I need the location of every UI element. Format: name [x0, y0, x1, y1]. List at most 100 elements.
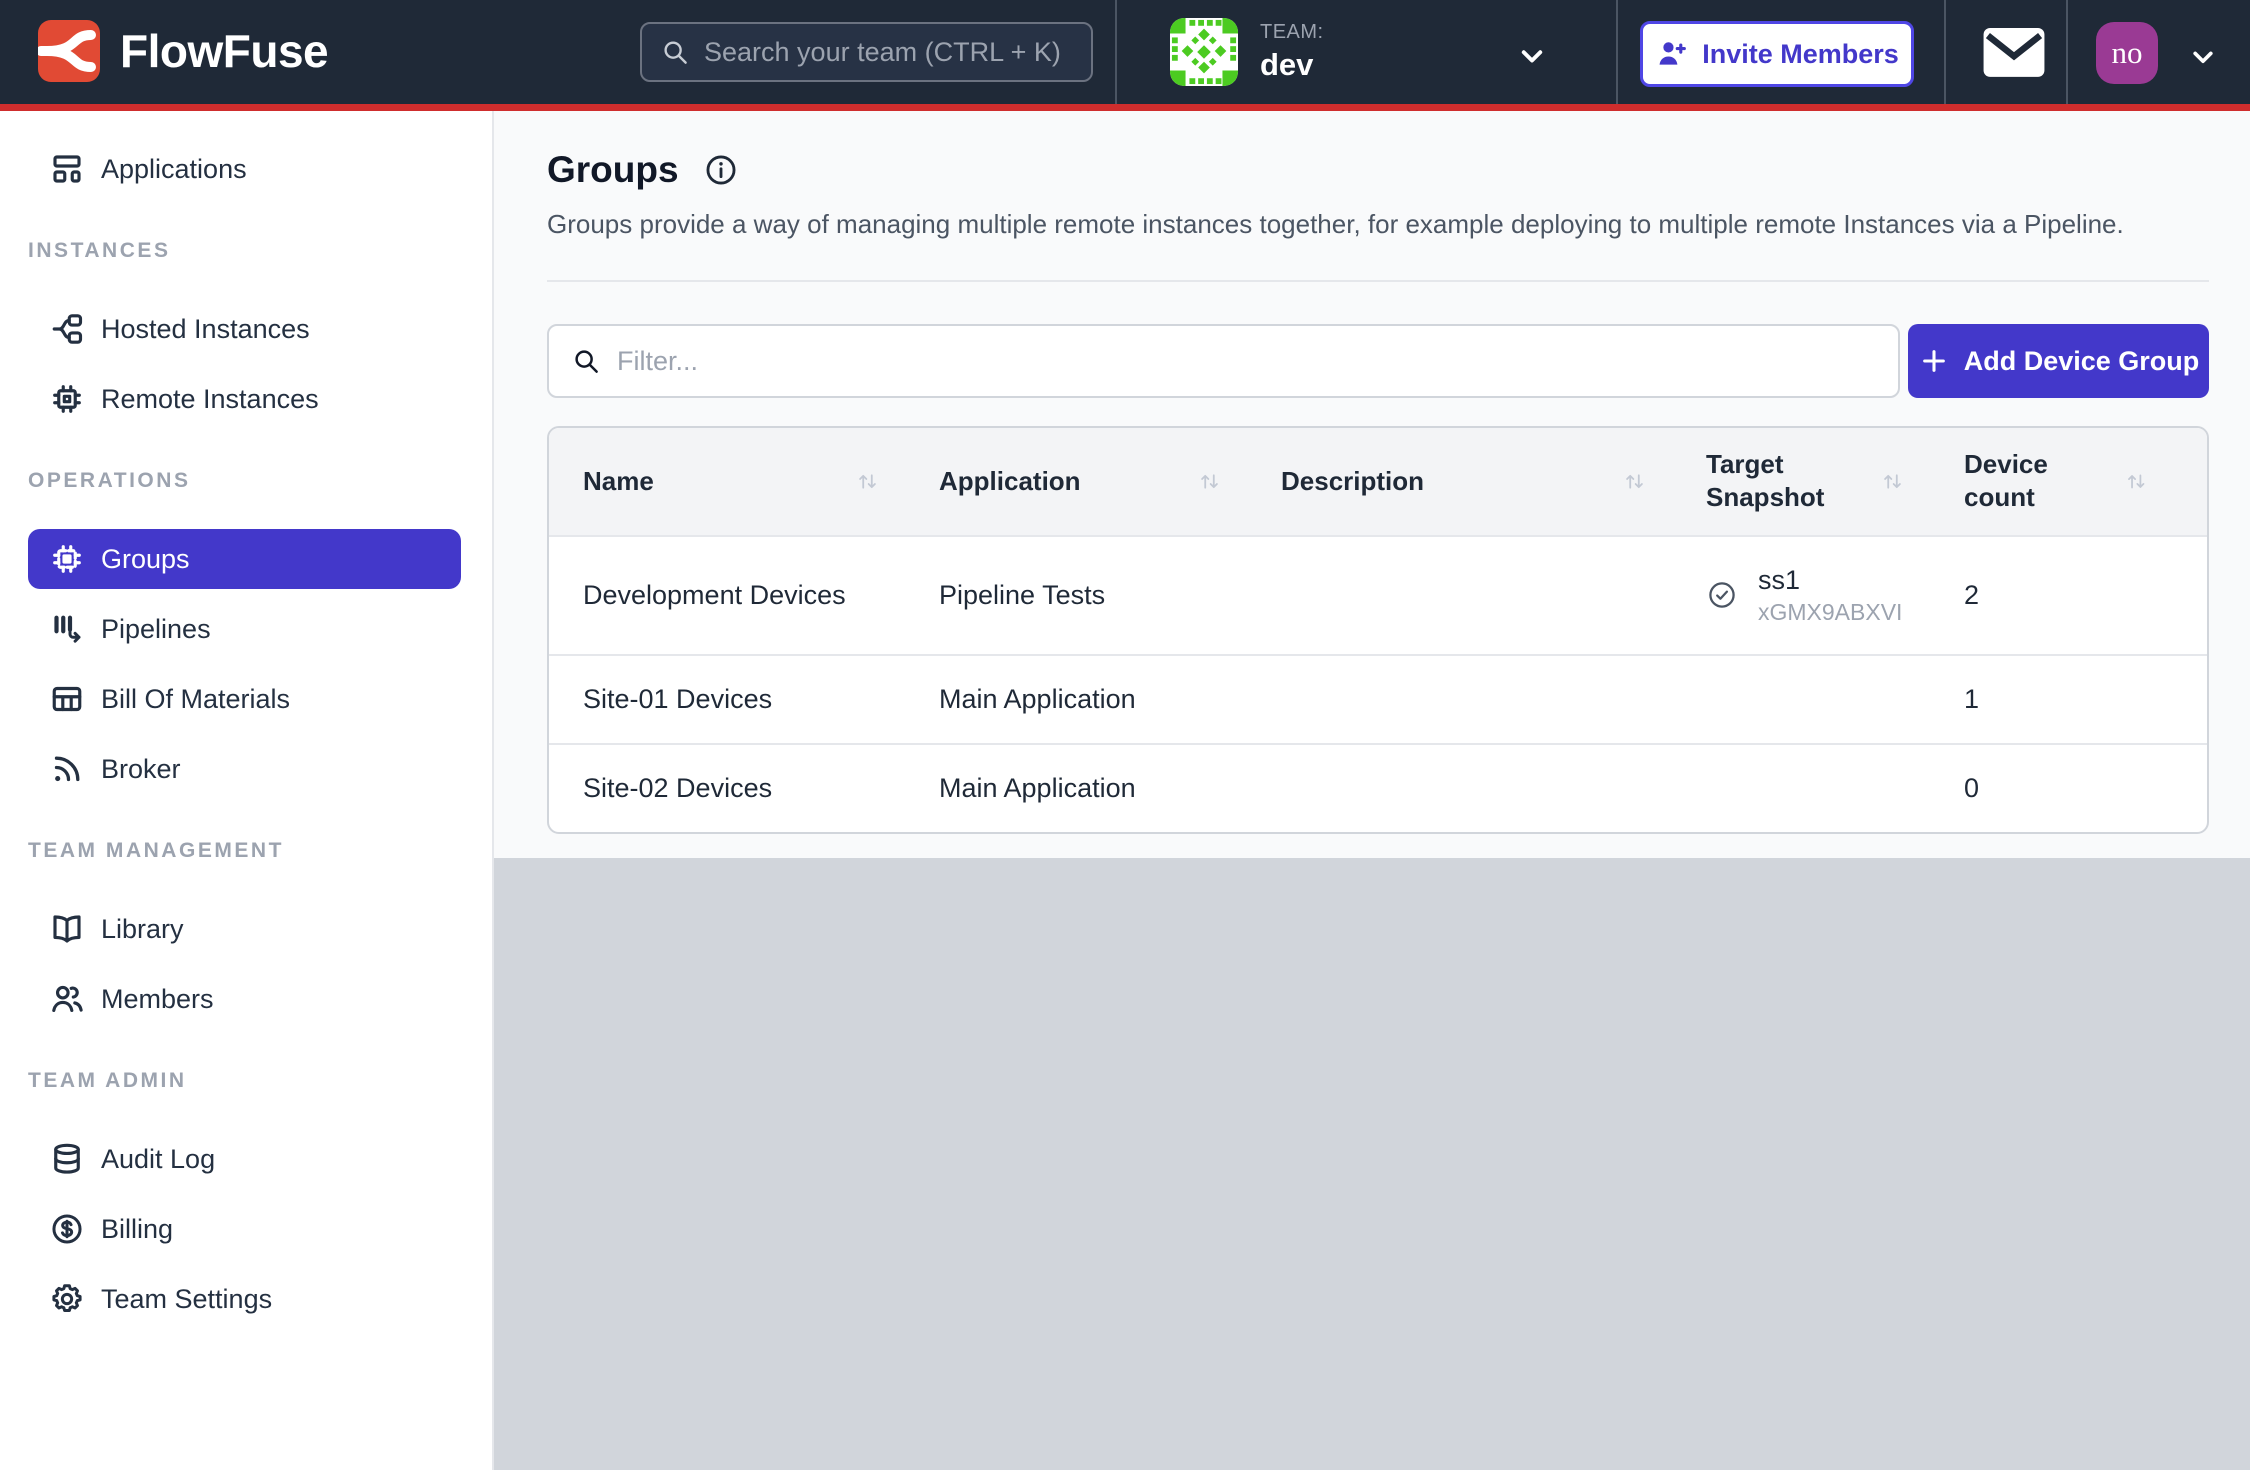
- search-input[interactable]: [704, 37, 1073, 68]
- sidebar-item-members[interactable]: Members: [28, 969, 461, 1029]
- sort-icon[interactable]: [1196, 468, 1223, 495]
- sort-icon[interactable]: [2123, 468, 2149, 495]
- device-count-cell: 0: [1964, 744, 2207, 832]
- library-book-icon: [49, 911, 85, 947]
- groups-table-card: Name Application Description: [547, 426, 2209, 834]
- hosted-instances-icon: [49, 311, 85, 347]
- applications-icon: [49, 151, 85, 187]
- sidebar: Applications INSTANCES Hosted Instances …: [0, 111, 494, 1470]
- groups-icon: [49, 541, 85, 577]
- avatar-initials: no: [2112, 35, 2143, 71]
- sidebar-label: Applications: [101, 154, 247, 185]
- sidebar-item-remote-instances[interactable]: Remote Instances: [28, 369, 461, 429]
- flowfuse-logo-icon: [38, 20, 100, 82]
- plus-icon: [1918, 345, 1950, 377]
- application-cell: Main Application: [939, 655, 1281, 744]
- remote-instances-chip-icon: [49, 381, 85, 417]
- billing-dollar-icon: [49, 1211, 85, 1247]
- sidebar-item-audit-log[interactable]: Audit Log: [28, 1129, 461, 1189]
- description-cell: [1281, 744, 1706, 832]
- info-icon[interactable]: [703, 152, 739, 188]
- application-cell: Main Application: [939, 744, 1281, 832]
- column-header-device-count[interactable]: Device count: [1964, 428, 2207, 536]
- navbar-divider: [1115, 0, 1117, 104]
- table-row[interactable]: Site-01 Devices Main Application 1: [549, 655, 2207, 744]
- check-circle-icon: [1706, 579, 1738, 611]
- group-name-cell: Site-02 Devices: [549, 744, 939, 832]
- invite-members-button[interactable]: Invite Members: [1640, 21, 1914, 87]
- team-search-box[interactable]: [640, 22, 1093, 82]
- invite-members-label: Invite Members: [1702, 39, 1899, 70]
- group-name-cell: Development Devices: [549, 536, 939, 655]
- sidebar-label: Groups: [101, 544, 190, 575]
- empty-background-area: [494, 858, 2250, 1470]
- description-cell: [1281, 655, 1706, 744]
- sidebar-item-pipelines[interactable]: Pipelines: [28, 599, 461, 659]
- team-avatar-identicon: [1170, 18, 1238, 86]
- sidebar-label: Hosted Instances: [101, 314, 310, 345]
- snapshot-id: xGMX9ABXVI: [1758, 599, 1902, 626]
- sidebar-item-broker[interactable]: Broker: [28, 739, 461, 799]
- sort-icon[interactable]: [1879, 468, 1906, 495]
- user-plus-icon: [1655, 37, 1689, 71]
- sidebar-item-hosted-instances[interactable]: Hosted Instances: [28, 299, 461, 359]
- audit-log-database-icon: [49, 1141, 85, 1177]
- filter-input[interactable]: [617, 346, 1876, 377]
- sidebar-label: Members: [101, 984, 214, 1015]
- target-snapshot-cell: [1706, 655, 1964, 744]
- user-menu-chevron-down-icon[interactable]: [2186, 40, 2220, 74]
- broker-rss-icon: [49, 751, 85, 787]
- brand-logo-group[interactable]: FlowFuse: [38, 20, 328, 82]
- device-count-cell: 2: [1964, 536, 2207, 655]
- sidebar-item-groups[interactable]: Groups: [28, 529, 461, 589]
- top-navbar: FlowFuse TEAM: dev: [0, 0, 2250, 111]
- sort-icon[interactable]: [854, 468, 881, 495]
- page-description: Groups provide a way of managing multipl…: [547, 209, 2209, 240]
- sidebar-item-bill-of-materials[interactable]: Bill Of Materials: [28, 669, 461, 729]
- add-device-group-button[interactable]: Add Device Group: [1908, 324, 2209, 398]
- team-selector[interactable]: TEAM: dev: [1152, 0, 1592, 104]
- add-device-group-label: Add Device Group: [1964, 346, 2200, 377]
- sidebar-label: Team Settings: [101, 1284, 272, 1315]
- filter-box[interactable]: [547, 324, 1900, 398]
- application-cell: Pipeline Tests: [939, 536, 1281, 655]
- team-settings-gear-icon: [49, 1281, 85, 1317]
- sidebar-label: Pipelines: [101, 614, 211, 645]
- notifications-mail-button[interactable]: [1983, 28, 2045, 78]
- mail-icon: [1983, 28, 2045, 78]
- sidebar-section-operations: OPERATIONS: [28, 469, 492, 493]
- search-icon: [571, 346, 601, 376]
- sidebar-section-instances: INSTANCES: [28, 239, 492, 263]
- members-users-icon: [49, 981, 85, 1017]
- team-name: dev: [1260, 47, 1324, 83]
- brand-name: FlowFuse: [120, 24, 328, 78]
- column-header-application[interactable]: Application: [939, 428, 1281, 536]
- groups-table: Name Application Description: [549, 428, 2207, 832]
- sidebar-item-applications[interactable]: Applications: [28, 139, 461, 199]
- sidebar-item-team-settings[interactable]: Team Settings: [28, 1269, 461, 1329]
- table-row[interactable]: Development Devices Pipeline Tests ss1: [549, 536, 2207, 655]
- sidebar-item-library[interactable]: Library: [28, 899, 461, 959]
- target-snapshot-cell: ss1 xGMX9ABXVI: [1706, 536, 1964, 655]
- pipelines-icon: [49, 611, 85, 647]
- bill-of-materials-icon: [49, 681, 85, 717]
- user-avatar[interactable]: no: [2096, 22, 2158, 84]
- target-snapshot-cell: [1706, 744, 1964, 832]
- navbar-divider: [2066, 0, 2068, 104]
- sort-icon[interactable]: [1621, 468, 1648, 495]
- search-icon: [660, 37, 690, 67]
- column-header-description[interactable]: Description: [1281, 428, 1706, 536]
- team-label: TEAM:: [1260, 21, 1324, 44]
- sidebar-section-team-management: TEAM MANAGEMENT: [28, 839, 492, 863]
- table-row[interactable]: Site-02 Devices Main Application 0: [549, 744, 2207, 832]
- navbar-divider: [1944, 0, 1946, 104]
- column-header-target-snapshot[interactable]: Target Snapshot: [1706, 428, 1964, 536]
- device-count-cell: 1: [1964, 655, 2207, 744]
- table-header-row: Name Application Description: [549, 428, 2207, 536]
- sidebar-label: Library: [101, 914, 184, 945]
- chevron-down-icon: [1514, 38, 1550, 74]
- column-header-name[interactable]: Name: [549, 428, 939, 536]
- sidebar-label: Remote Instances: [101, 384, 319, 415]
- sidebar-item-billing[interactable]: Billing: [28, 1199, 461, 1259]
- sidebar-label: Bill Of Materials: [101, 684, 290, 715]
